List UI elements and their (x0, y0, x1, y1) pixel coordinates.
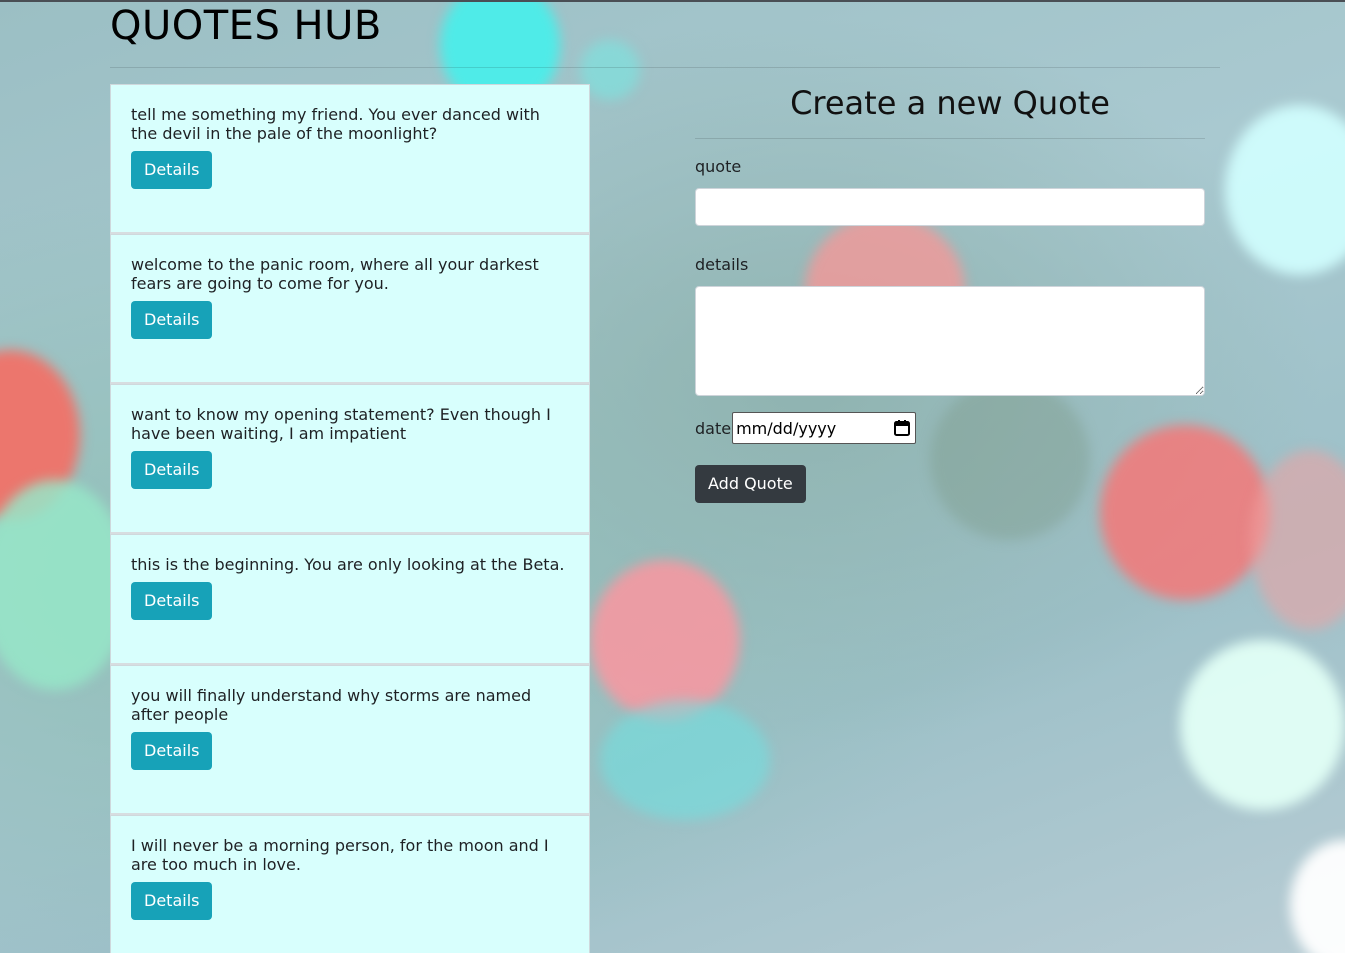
quote-card: tell me something my friend. You ever da… (110, 84, 590, 234)
quote-text: want to know my opening statement? Even … (131, 405, 551, 443)
quote-label: quote (695, 157, 742, 176)
bokeh-light (1225, 105, 1345, 275)
quote-card: this is the beginning. You are only look… (110, 534, 590, 665)
header-divider (110, 67, 1220, 68)
quote-text: I will never be a morning person, for th… (131, 836, 549, 874)
quote-card: you will finally understand why storms a… (110, 665, 590, 815)
details-button[interactable]: Details (131, 882, 213, 920)
details-button[interactable]: Details (131, 151, 213, 189)
details-button[interactable]: Details (131, 451, 213, 489)
bokeh-light (1250, 450, 1345, 630)
quote-text: you will finally understand why storms a… (131, 686, 532, 724)
quote-card: welcome to the panic room, where all you… (110, 234, 590, 384)
calendar-icon[interactable] (893, 419, 911, 437)
quote-card: I will never be a morning person, for th… (110, 815, 590, 953)
quote-card: want to know my opening statement? Even … (110, 384, 590, 534)
details-button[interactable]: Details (131, 301, 213, 339)
date-placeholder: mm/dd/yyyy (736, 418, 837, 438)
add-quote-button[interactable]: Add Quote (695, 465, 806, 503)
date-label: date (695, 418, 732, 438)
date-input[interactable]: mm/dd/yyyy (732, 412, 917, 444)
details-button[interactable]: Details (131, 582, 213, 620)
bokeh-light (1290, 840, 1345, 953)
quote-text: this is the beginning. You are only look… (131, 555, 565, 574)
page-container: QUOTES HUB tell me something my friend. … (110, 0, 1220, 953)
details-button[interactable]: Details (131, 732, 213, 770)
quote-text: welcome to the panic room, where all you… (131, 255, 539, 293)
form-divider (695, 138, 1205, 139)
window-top-border (0, 0, 1345, 2)
quote-input[interactable] (695, 188, 1205, 226)
site-title: QUOTES HUB (110, 3, 382, 49)
quote-text: tell me something my friend. You ever da… (131, 105, 540, 143)
date-row: date mm/dd/yyyy (695, 412, 1205, 444)
details-textarea[interactable] (695, 286, 1205, 396)
details-label: details (695, 255, 749, 274)
quote-list: tell me something my friend. You ever da… (110, 84, 590, 953)
form-heading: Create a new Quote (790, 84, 1110, 122)
new-quote-form: Create a new Quote quote details date mm… (695, 84, 1205, 503)
